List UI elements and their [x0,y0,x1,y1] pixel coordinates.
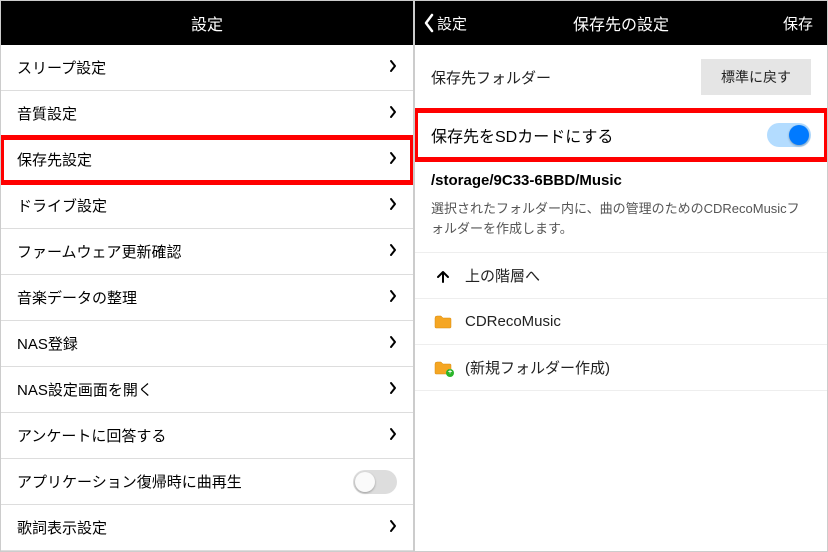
settings-list: スリープ設定音質設定保存先設定ドライブ設定ファームウェア更新確認音楽データの整理… [1,45,413,551]
folder-label: (新規フォルダー作成) [465,357,610,378]
toggle-knob [355,472,375,492]
reset-button[interactable]: 標準に戻す [701,59,811,95]
up-folder-row[interactable]: 上の階層へ [415,253,827,299]
save-destination-screen: 設定 保存先の設定 保存 保存先フォルダー 標準に戻す 保存先をSDカードにする… [414,0,828,552]
sd-card-row[interactable]: 保存先をSDカードにする [415,110,827,160]
folder-description: 選択されたフォルダー内に、曲の管理のためのCDRecoMusicフォルダーを作成… [415,199,827,253]
settings-item[interactable]: 保存先設定 [1,137,413,183]
back-button[interactable]: 設定 [423,1,467,45]
save-button-label: 保存 [783,13,813,34]
chevron-right-icon [389,381,397,399]
storage-path: /storage/9C33-6BBD/Music [415,160,827,199]
chevron-right-icon [389,151,397,169]
sd-card-label: 保存先をSDカードにする [431,123,613,147]
settings-item[interactable]: ドライブ設定 [1,183,413,229]
settings-item-label: ファームウェア更新確認 [17,241,389,262]
settings-item[interactable]: NAS設定画面を開く [1,367,413,413]
save-button[interactable]: 保存 [783,1,813,45]
folder-destination-row: 保存先フォルダー 標準に戻す [415,45,827,110]
settings-item-label: NAS登録 [17,333,389,354]
settings-item-label: 保存先設定 [17,149,389,170]
settings-item[interactable]: ファームウェア更新確認 [1,229,413,275]
chevron-right-icon [389,289,397,307]
folder-label: CDRecoMusic [465,313,561,330]
folder-item[interactable]: CDRecoMusic [415,299,827,345]
chevron-right-icon [389,243,397,261]
settings-item[interactable]: 音楽データの整理 [1,275,413,321]
settings-item-label: 音楽データの整理 [17,287,389,308]
up-folder-label: 上の階層へ [465,265,540,286]
settings-item[interactable]: NAS登録 [1,321,413,367]
up-arrow-icon [431,268,455,284]
settings-item[interactable]: スリープ設定 [1,45,413,91]
settings-item-label: 歌詞表示設定 [17,517,389,538]
save-title: 保存先の設定 [573,11,669,35]
settings-item[interactable]: 歌詞表示設定 [1,505,413,551]
chevron-left-icon [423,13,435,33]
settings-item-label: スリープ設定 [17,57,389,78]
folder-list: CDRecoMusic + (新規フォルダー作成) [415,299,827,391]
toggle-knob [789,125,809,145]
new-folder-row[interactable]: + (新規フォルダー作成) [415,345,827,391]
chevron-right-icon [389,427,397,445]
settings-item-label: アンケートに回答する [17,425,389,446]
settings-title: 設定 [191,11,223,35]
settings-screen: 設定 スリープ設定音質設定保存先設定ドライブ設定ファームウェア更新確認音楽データ… [0,0,414,552]
chevron-right-icon [389,197,397,215]
folder-icon [431,315,455,329]
save-header: 設定 保存先の設定 保存 [415,1,827,45]
item-toggle[interactable] [353,470,397,494]
settings-item[interactable]: アプリケーション復帰時に曲再生 [1,459,413,505]
chevron-right-icon [389,519,397,537]
settings-item-label: アプリケーション復帰時に曲再生 [17,471,353,492]
chevron-right-icon [389,105,397,123]
chevron-right-icon [389,59,397,77]
settings-header: 設定 [1,1,413,45]
new-folder-icon: + [431,361,455,375]
settings-item-label: 音質設定 [17,103,389,124]
back-label: 設定 [437,13,467,34]
settings-item[interactable]: 音質設定 [1,91,413,137]
folder-destination-label: 保存先フォルダー [431,67,551,88]
settings-item-label: NAS設定画面を開く [17,379,389,400]
settings-item-label: ドライブ設定 [17,195,389,216]
settings-item[interactable]: アンケートに回答する [1,413,413,459]
sd-card-toggle[interactable] [767,123,811,147]
chevron-right-icon [389,335,397,353]
